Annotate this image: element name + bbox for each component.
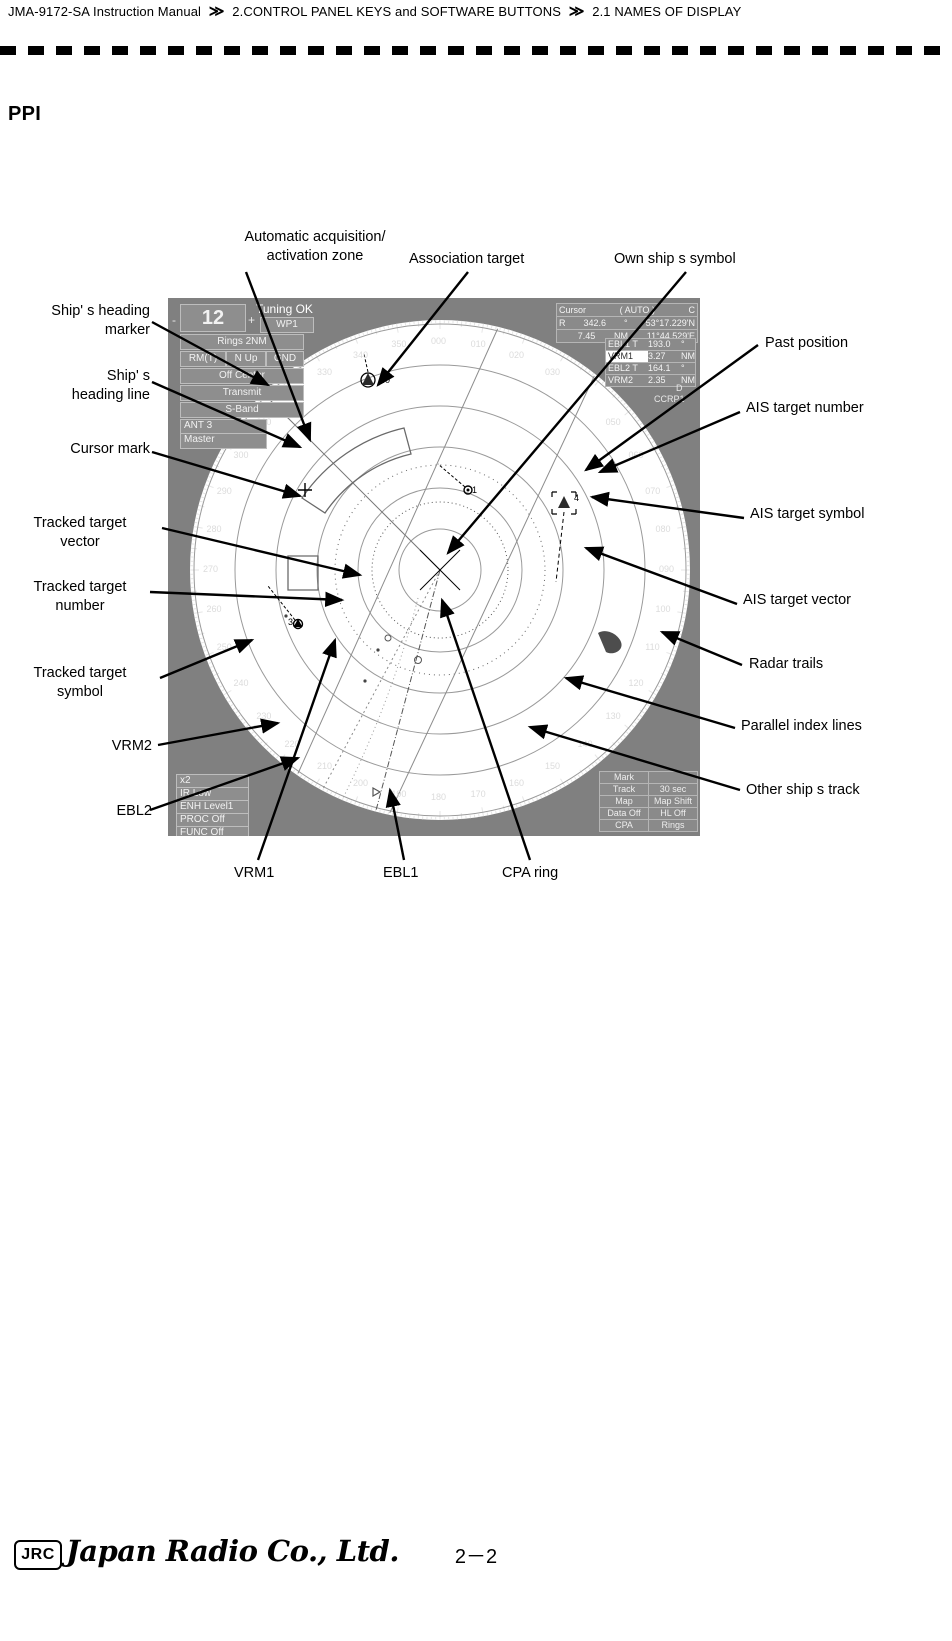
leader-lines	[149, 271, 759, 861]
page-number: 2－2	[454, 1546, 498, 1568]
